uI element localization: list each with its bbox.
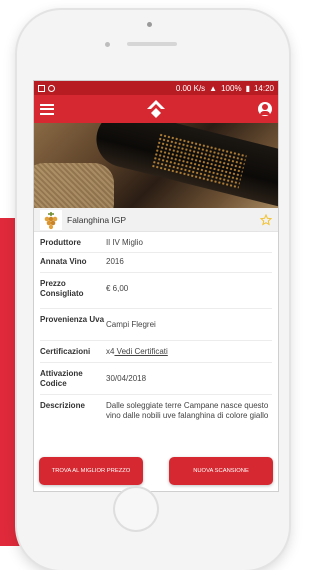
account-icon[interactable] <box>258 102 272 116</box>
detail-label: Annata Vino <box>40 257 87 266</box>
detail-row-origin: Provenienza Uva Campi Flegrei <box>40 309 272 341</box>
detail-label: Prezzo Consigliato <box>40 279 84 298</box>
wine-header: Falanghina IGP <box>34 208 278 232</box>
grape-logo-icon <box>40 209 62 230</box>
detail-label: Attivazione Codice <box>40 369 83 388</box>
wine-bottle-photo <box>34 123 278 208</box>
view-certificates-link[interactable]: Vedi Certificati <box>114 347 168 356</box>
battery-icon: ▮ <box>245 83 250 93</box>
sensor-icon <box>105 42 110 47</box>
clock: 14:20 <box>253 83 274 93</box>
detail-row-price: Prezzo Consigliato € 6,00 <box>40 273 272 309</box>
sync-notification-icon <box>48 84 55 92</box>
app-bar <box>34 95 278 123</box>
image-notification-icon <box>38 84 45 92</box>
detail-row-activation: Attivazione Codice 30/04/2018 <box>40 363 272 395</box>
detail-label: Provenienza Uva <box>40 315 105 324</box>
detail-row-certifications: Certificazioni x4 Vedi Certificati <box>40 341 272 363</box>
notification-icons <box>38 84 55 92</box>
network-speed: 0.00 K/s <box>175 83 206 93</box>
detail-value: Campi Flegrei <box>106 320 156 329</box>
detail-value: Il IV Miglio <box>106 238 143 247</box>
detail-label: Descrizione <box>40 401 85 410</box>
wine-details: Produttore Il IV Miglio Annata Vino 2016… <box>34 232 278 425</box>
status-right: 0.00 K/s ▲ 100% ▮ 14:20 <box>176 84 274 93</box>
hamburger-icon[interactable] <box>40 103 54 115</box>
detail-label: Certificazioni <box>40 347 91 356</box>
action-buttons: TROVA AL MIGLIOR PREZZO NUOVA SCANSIONE <box>34 451 278 491</box>
battery-level: 100% <box>221 83 242 93</box>
star-outline-icon[interactable] <box>260 213 272 226</box>
home-button[interactable] <box>113 486 159 532</box>
detail-row-description: Descrizione Dalle soleggiate terre Campa… <box>40 395 272 425</box>
detail-row-producer: Produttore Il IV Miglio <box>40 234 272 253</box>
speaker-grille <box>127 42 177 46</box>
wine-name: Falanghina IGP <box>67 214 127 225</box>
front-camera-icon <box>147 22 152 27</box>
detail-label: Produttore <box>40 238 81 247</box>
app-screen: 0.00 K/s ▲ 100% ▮ 14:20 Falanghina IGP P… <box>33 80 279 492</box>
detail-row-vintage: Annata Vino 2016 <box>40 253 272 273</box>
detail-value: 2016 <box>106 257 124 266</box>
signal-icon: ▲ <box>209 83 218 93</box>
detail-value: € 6,00 <box>106 284 129 293</box>
best-price-button[interactable]: TROVA AL MIGLIOR PREZZO <box>39 457 143 485</box>
detail-value: 30/04/2018 <box>106 374 147 383</box>
detail-value: Dalle soleggiate terre Campane nasce que… <box>106 401 269 420</box>
diamond-logo-icon[interactable] <box>146 99 166 119</box>
status-bar: 0.00 K/s ▲ 100% ▮ 14:20 <box>34 81 278 95</box>
detail-value: x4 Vedi Certificati <box>106 347 272 357</box>
phone-frame: 0.00 K/s ▲ 100% ▮ 14:20 Falanghina IGP P… <box>17 10 289 570</box>
new-scan-button[interactable]: NUOVA SCANSIONE <box>169 457 273 485</box>
